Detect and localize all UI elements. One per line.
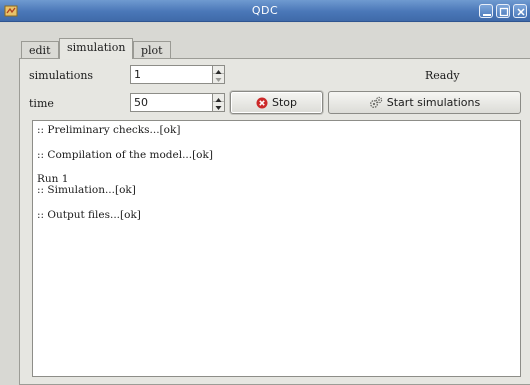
log-line: :: Output files...[ok]: [37, 209, 141, 221]
stop-label: Stop: [271, 96, 297, 109]
simulations-spin-arrows: [212, 66, 224, 83]
output-log[interactable]: :: Preliminary checks...[ok] :: Compilat…: [32, 120, 521, 377]
simulations-value: 1: [134, 68, 141, 81]
log-line: :: Preliminary checks...[ok]: [37, 124, 181, 136]
time-spinbox[interactable]: 50: [130, 93, 225, 112]
title-bar[interactable]: QDC: [0, 0, 530, 22]
arrow-down-icon: [215, 78, 222, 82]
start-simulations-button[interactable]: Start simulations: [328, 91, 521, 114]
time-value: 50: [134, 96, 148, 109]
minimize-icon: [483, 14, 491, 16]
simulations-decrement-button[interactable]: [213, 74, 224, 82]
gears-icon: [369, 96, 382, 108]
maximize-button[interactable]: [496, 4, 510, 18]
simulations-label: simulations: [29, 69, 94, 82]
tab-simulation[interactable]: simulation: [59, 38, 134, 59]
tab-plot[interactable]: plot: [133, 41, 171, 59]
maximize-icon: [499, 7, 509, 17]
main-window: edit simulation plot simulations 1 Ready…: [0, 23, 530, 385]
log-line: :: Compilation of the model...[ok]: [37, 149, 213, 161]
window-title: QDC: [251, 4, 279, 17]
time-decrement-button[interactable]: [213, 102, 224, 110]
simulations-increment-button[interactable]: [213, 66, 224, 74]
time-label: time: [29, 97, 54, 110]
status-text: Ready: [425, 69, 460, 82]
time-increment-button[interactable]: [213, 94, 224, 102]
minimize-button[interactable]: [479, 4, 493, 18]
start-simulations-label: Start simulations: [386, 96, 481, 109]
close-button[interactable]: [513, 4, 527, 18]
time-spin-arrows: [212, 94, 224, 111]
simulation-panel: simulations 1 Ready time 50 Stop Start s…: [19, 58, 530, 385]
tab-edit[interactable]: edit: [21, 41, 59, 59]
log-line: :: Simulation...[ok]: [37, 184, 136, 196]
arrow-down-icon: [215, 106, 222, 110]
close-icon: [517, 8, 525, 16]
simulations-spinbox[interactable]: 1: [130, 65, 225, 84]
stop-icon: [256, 97, 268, 108]
stop-button[interactable]: Stop: [230, 91, 323, 114]
